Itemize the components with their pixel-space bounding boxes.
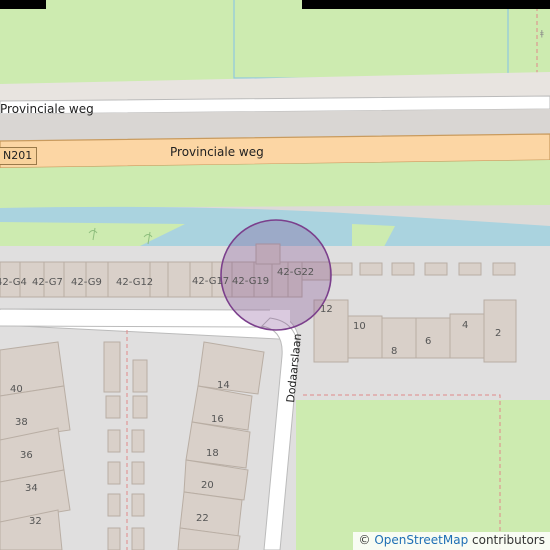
house-number: 16	[211, 414, 224, 425]
house-number: 40	[10, 384, 23, 395]
house-number: 20	[201, 480, 214, 491]
map-tiles: ǂ	[0, 0, 550, 550]
house-number: 38	[15, 417, 28, 428]
map-attribution: © OpenStreetMap contributors	[352, 532, 550, 550]
house-number: 2	[495, 328, 502, 339]
house-number: 42-G19	[232, 276, 270, 287]
house-number: 10	[353, 321, 366, 332]
route-shield-n201: N201	[0, 147, 38, 165]
location-circle	[220, 219, 332, 331]
map-view[interactable]: ǂ Provinciale weg Provinciale weg N201 D…	[0, 0, 550, 550]
house-number: 14	[217, 380, 230, 391]
house-number: 42-G17	[192, 276, 230, 287]
house-number: 42-G4	[0, 277, 27, 288]
house-number: 36	[20, 450, 33, 461]
openstreetmap-link[interactable]: OpenStreetMap	[374, 533, 468, 547]
house-number: 4	[462, 320, 469, 331]
tile-edge-left	[0, 0, 46, 9]
grass-area-south-east	[296, 400, 550, 550]
house-number: 18	[206, 448, 219, 459]
house-number: 42-G22	[277, 267, 315, 278]
house-number: 42-G9	[71, 277, 102, 288]
house-number: 8	[391, 346, 398, 357]
attribution-suffix: contributors	[472, 533, 545, 547]
copyright-symbol: ©	[358, 533, 371, 547]
svg-text:ǂ: ǂ	[540, 29, 544, 38]
road-label-provinciale-weg-main: Provinciale weg	[170, 145, 264, 159]
house-number: 42-G12	[116, 277, 154, 288]
house-number: 34	[25, 483, 38, 494]
house-number: 12	[320, 304, 333, 315]
house-number: 42-G7	[32, 277, 63, 288]
house-number: 6	[425, 336, 432, 347]
road-label-provinciale-weg-service: Provinciale weg	[0, 102, 94, 116]
house-number: 32	[29, 516, 42, 527]
house-number: 22	[196, 513, 209, 524]
tile-edge-right	[302, 0, 550, 9]
